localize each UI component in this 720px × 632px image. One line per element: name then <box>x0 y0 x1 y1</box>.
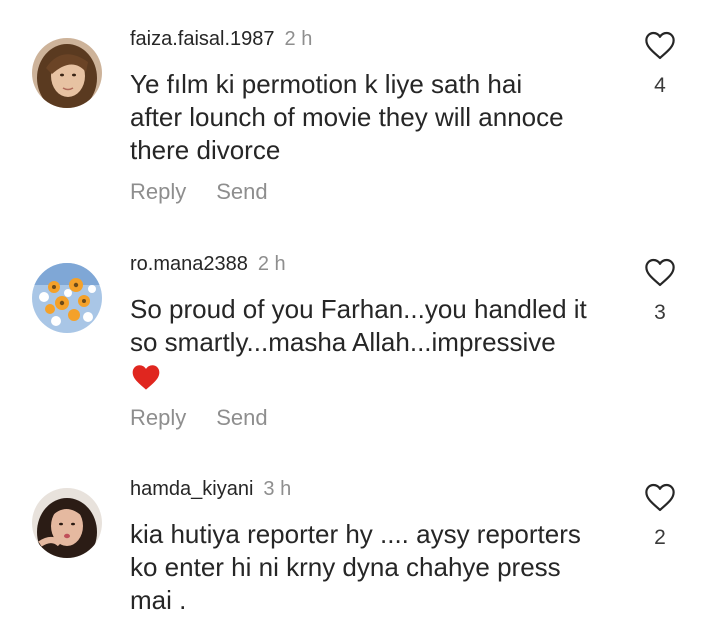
heart-outline-icon[interactable] <box>643 482 677 512</box>
comment-text-line: So proud of you Farhan...you handled it <box>130 294 587 324</box>
avatar[interactable] <box>32 263 102 333</box>
username[interactable]: faiza.faisal.1987 <box>130 28 275 50</box>
like-control: 3 <box>640 257 680 325</box>
comment-actions: Reply Send <box>130 405 298 431</box>
heart-outline-icon[interactable] <box>643 30 677 60</box>
like-count: 4 <box>654 74 666 97</box>
like-control: 2 <box>640 482 680 550</box>
comment-text-line: Ye fılm ki permotion k liye sath hai <box>130 69 523 99</box>
comment-header: hamda_kiyani 3 h <box>130 478 291 501</box>
comment-item: faiza.faisal.1987 2 h Ye fılm ki permotio… <box>0 0 720 225</box>
timestamp: 3 h <box>263 478 292 500</box>
like-count: 3 <box>654 301 666 324</box>
comment-header: ro.mana2388 2 h <box>130 253 286 276</box>
avatar[interactable] <box>32 488 102 558</box>
reply-button[interactable]: Reply <box>130 179 186 204</box>
comment-text-line: so smartly...masha Allah...impressive <box>130 327 556 357</box>
comment-emoji-line <box>130 359 630 392</box>
comment-text: kia hutiya reporter hy .... aysy reporte… <box>130 518 630 617</box>
comment-item: ro.mana2388 2 h So proud of you Farhan...… <box>0 225 720 450</box>
comment-header: faiza.faisal.1987 2 h <box>130 28 312 51</box>
comment-text-line: mai . <box>130 585 187 615</box>
like-count: 2 <box>654 526 666 549</box>
red-heart-icon <box>132 365 160 390</box>
comment-text-line: there divorce <box>130 135 281 165</box>
comment-text: So proud of you Farhan...you handled it … <box>130 293 630 392</box>
send-button[interactable]: Send <box>216 405 267 430</box>
comment-text: Ye fılm ki permotion k liye sath hai aft… <box>130 68 630 167</box>
comment-text-line: kia hutiya reporter hy .... aysy reporte… <box>130 519 581 549</box>
timestamp: 2 h <box>284 28 313 50</box>
username[interactable]: ro.mana2388 <box>130 253 248 275</box>
timestamp: 2 h <box>257 253 286 275</box>
username[interactable]: hamda_kiyani <box>130 478 253 500</box>
send-button[interactable]: Send <box>216 179 267 204</box>
comment-text-line: after lounch of movie they will annoce <box>130 102 564 132</box>
avatar-image <box>32 38 102 108</box>
comment-actions: Reply Send <box>130 179 298 205</box>
reply-button[interactable]: Reply <box>130 405 186 430</box>
like-control: 4 <box>640 30 680 98</box>
comment-item: hamda_kiyani 3 h kia hutiya reporter hy .… <box>0 450 720 632</box>
avatar-image <box>32 263 102 333</box>
heart-outline-icon[interactable] <box>643 257 677 287</box>
avatar[interactable] <box>32 38 102 108</box>
comment-text-line: ko enter hi ni krny dyna chahye press <box>130 552 561 582</box>
avatar-image <box>32 488 102 558</box>
